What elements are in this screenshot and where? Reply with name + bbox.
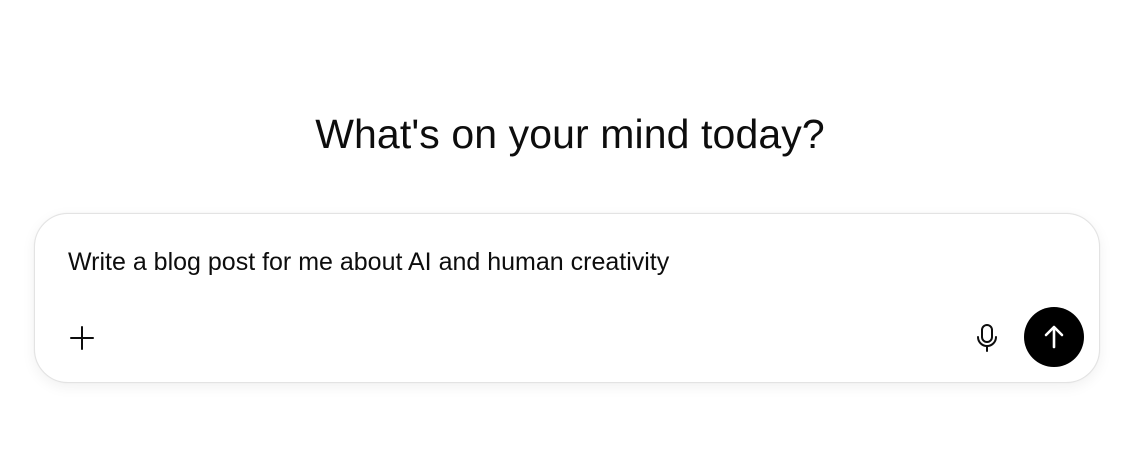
- arrow-up-icon: [1041, 324, 1067, 350]
- microphone-icon: [975, 323, 999, 353]
- page-title: What's on your mind today?: [315, 111, 825, 157]
- chat-home: What's on your mind today? Write a blog …: [0, 0, 1140, 452]
- prompt-input[interactable]: Write a blog post for me about AI and hu…: [68, 246, 669, 278]
- voice-input-button[interactable]: [967, 318, 1007, 358]
- send-button[interactable]: [1024, 307, 1084, 367]
- prompt-composer[interactable]: Write a blog post for me about AI and hu…: [34, 213, 1100, 383]
- add-attachment-button[interactable]: [62, 318, 102, 358]
- plus-icon: [69, 325, 95, 351]
